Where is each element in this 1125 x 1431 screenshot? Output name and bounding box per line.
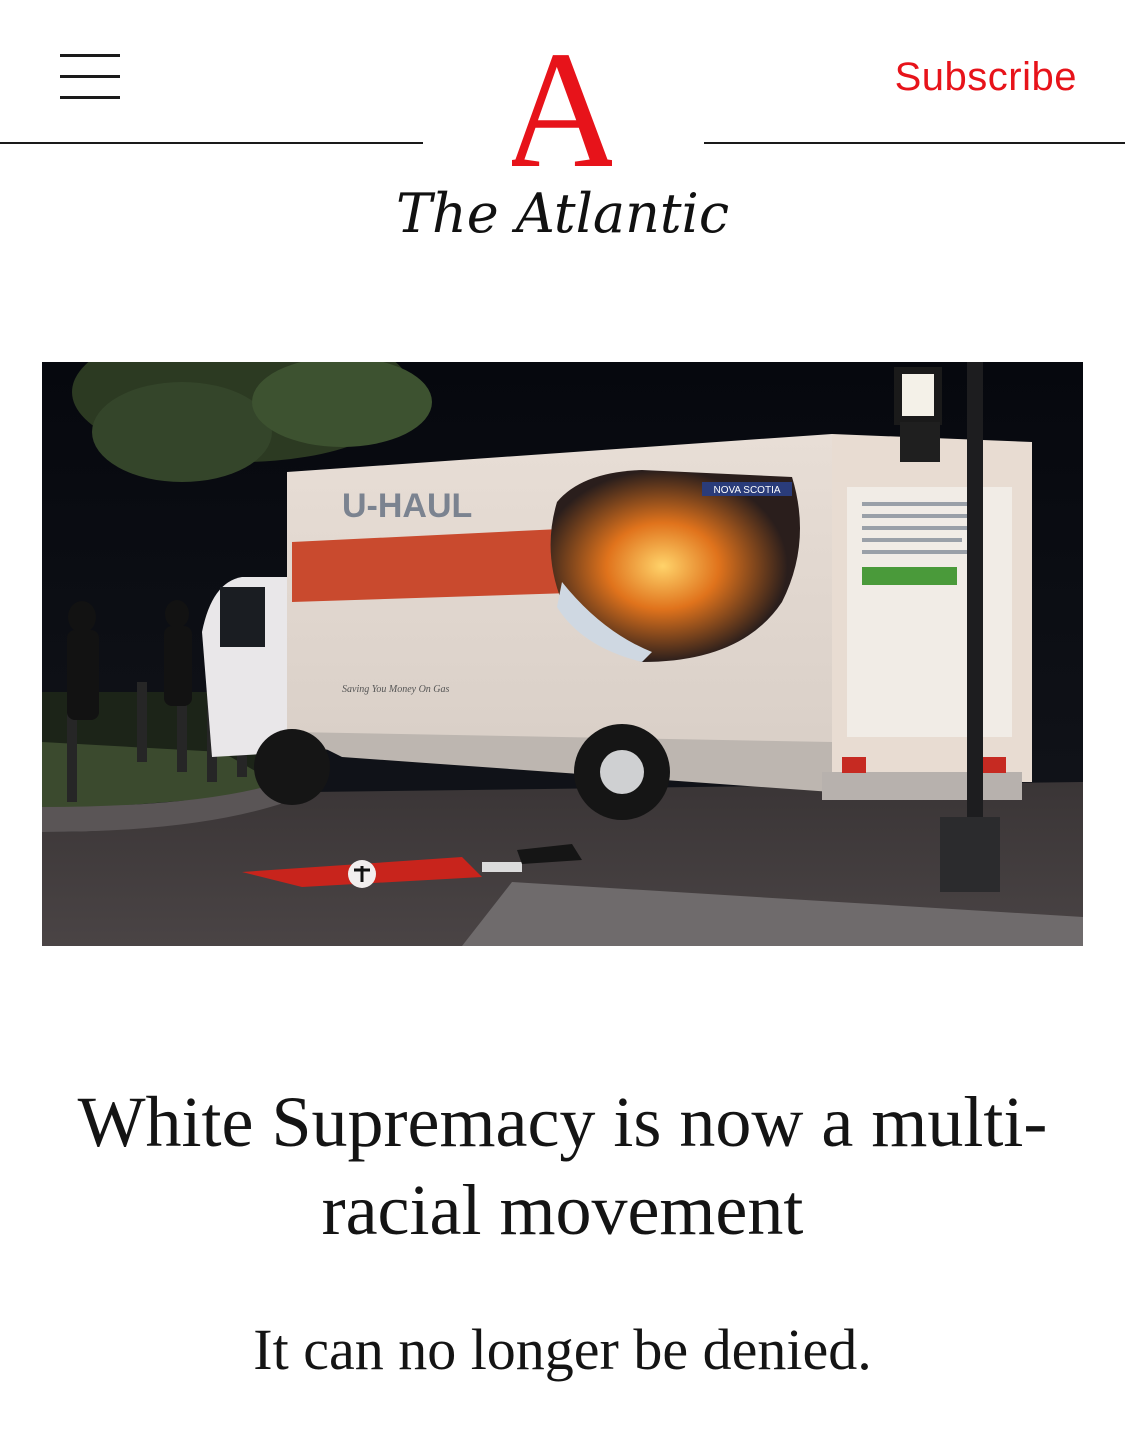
subscribe-link[interactable]: Subscribe [895, 55, 1077, 100]
article-headline[interactable]: White Supremacy is now a multi-racial mo… [40, 1078, 1085, 1254]
hero-photo: NOVA SCOTIA U-HAUL Saving You Money On G… [42, 362, 1083, 946]
header-rule-left [0, 142, 423, 144]
svg-text:NOVA SCOTIA: NOVA SCOTIA [713, 485, 780, 496]
svg-text:U-HAUL: U-HAUL [342, 487, 472, 525]
svg-text:Saving You Money On Gas: Saving You Money On Gas [342, 684, 450, 695]
hamburger-menu-icon[interactable] [60, 54, 120, 100]
article-dek: It can no longer be denied. [253, 1317, 872, 1382]
brand-name[interactable]: The Atlantic [0, 182, 1125, 245]
svg-text:A: A [512, 30, 612, 170]
header-rule-right [704, 142, 1125, 144]
atlantic-a-logo[interactable]: A [512, 30, 612, 170]
